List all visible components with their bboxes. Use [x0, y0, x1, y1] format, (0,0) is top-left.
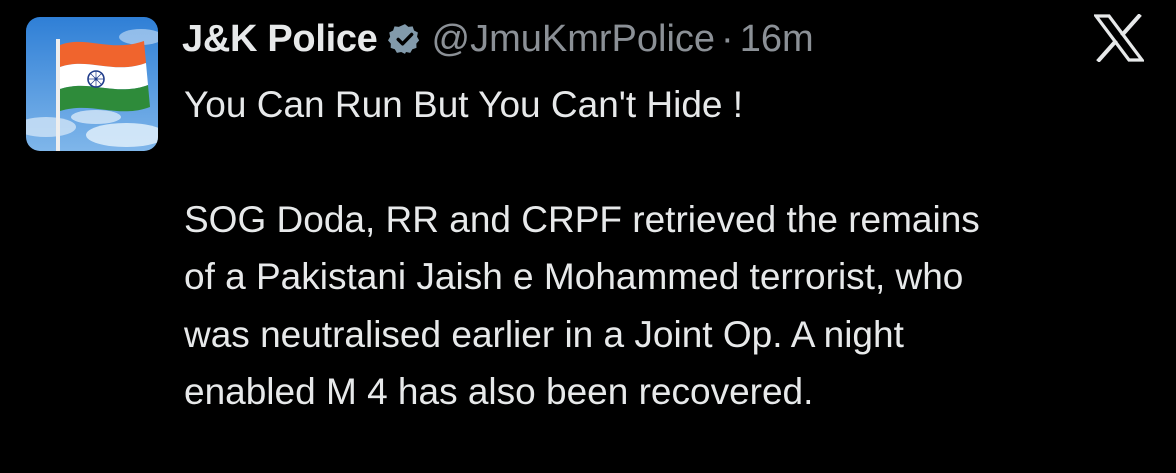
tweet-body-line: was neutralised earlier in a Joint Op. A…	[184, 313, 904, 355]
tweet-headline: You Can Run But You Can't Hide !	[184, 84, 744, 125]
tweet-body-line: SOG Doda, RR and CRPF retrieved the rema…	[184, 198, 980, 240]
indian-flag-avatar	[26, 17, 158, 151]
user-handle[interactable]: @JmuKmrPolice	[432, 18, 716, 61]
separator-dot: ·	[721, 17, 734, 60]
tweet-card: J&K Police @JmuKmrPolice · 16m You Can R…	[0, 0, 1176, 473]
verified-badge-icon	[387, 22, 422, 56]
tweet-body-line: enabled M 4 has also been recovered.	[184, 371, 814, 412]
timestamp[interactable]: 16m	[740, 18, 814, 61]
avatar[interactable]	[26, 17, 158, 151]
tweet-text: You Can Run But You Can't Hide ! SOG Dod…	[184, 76, 1154, 421]
tweet-body-line: of a Pakistani Jaish e Mohammed terroris…	[184, 256, 964, 297]
x-logo-icon[interactable]	[1092, 13, 1146, 63]
display-name[interactable]: J&K Police	[182, 18, 378, 61]
tweet-header: J&K Police @JmuKmrPolice · 16m	[182, 14, 814, 64]
